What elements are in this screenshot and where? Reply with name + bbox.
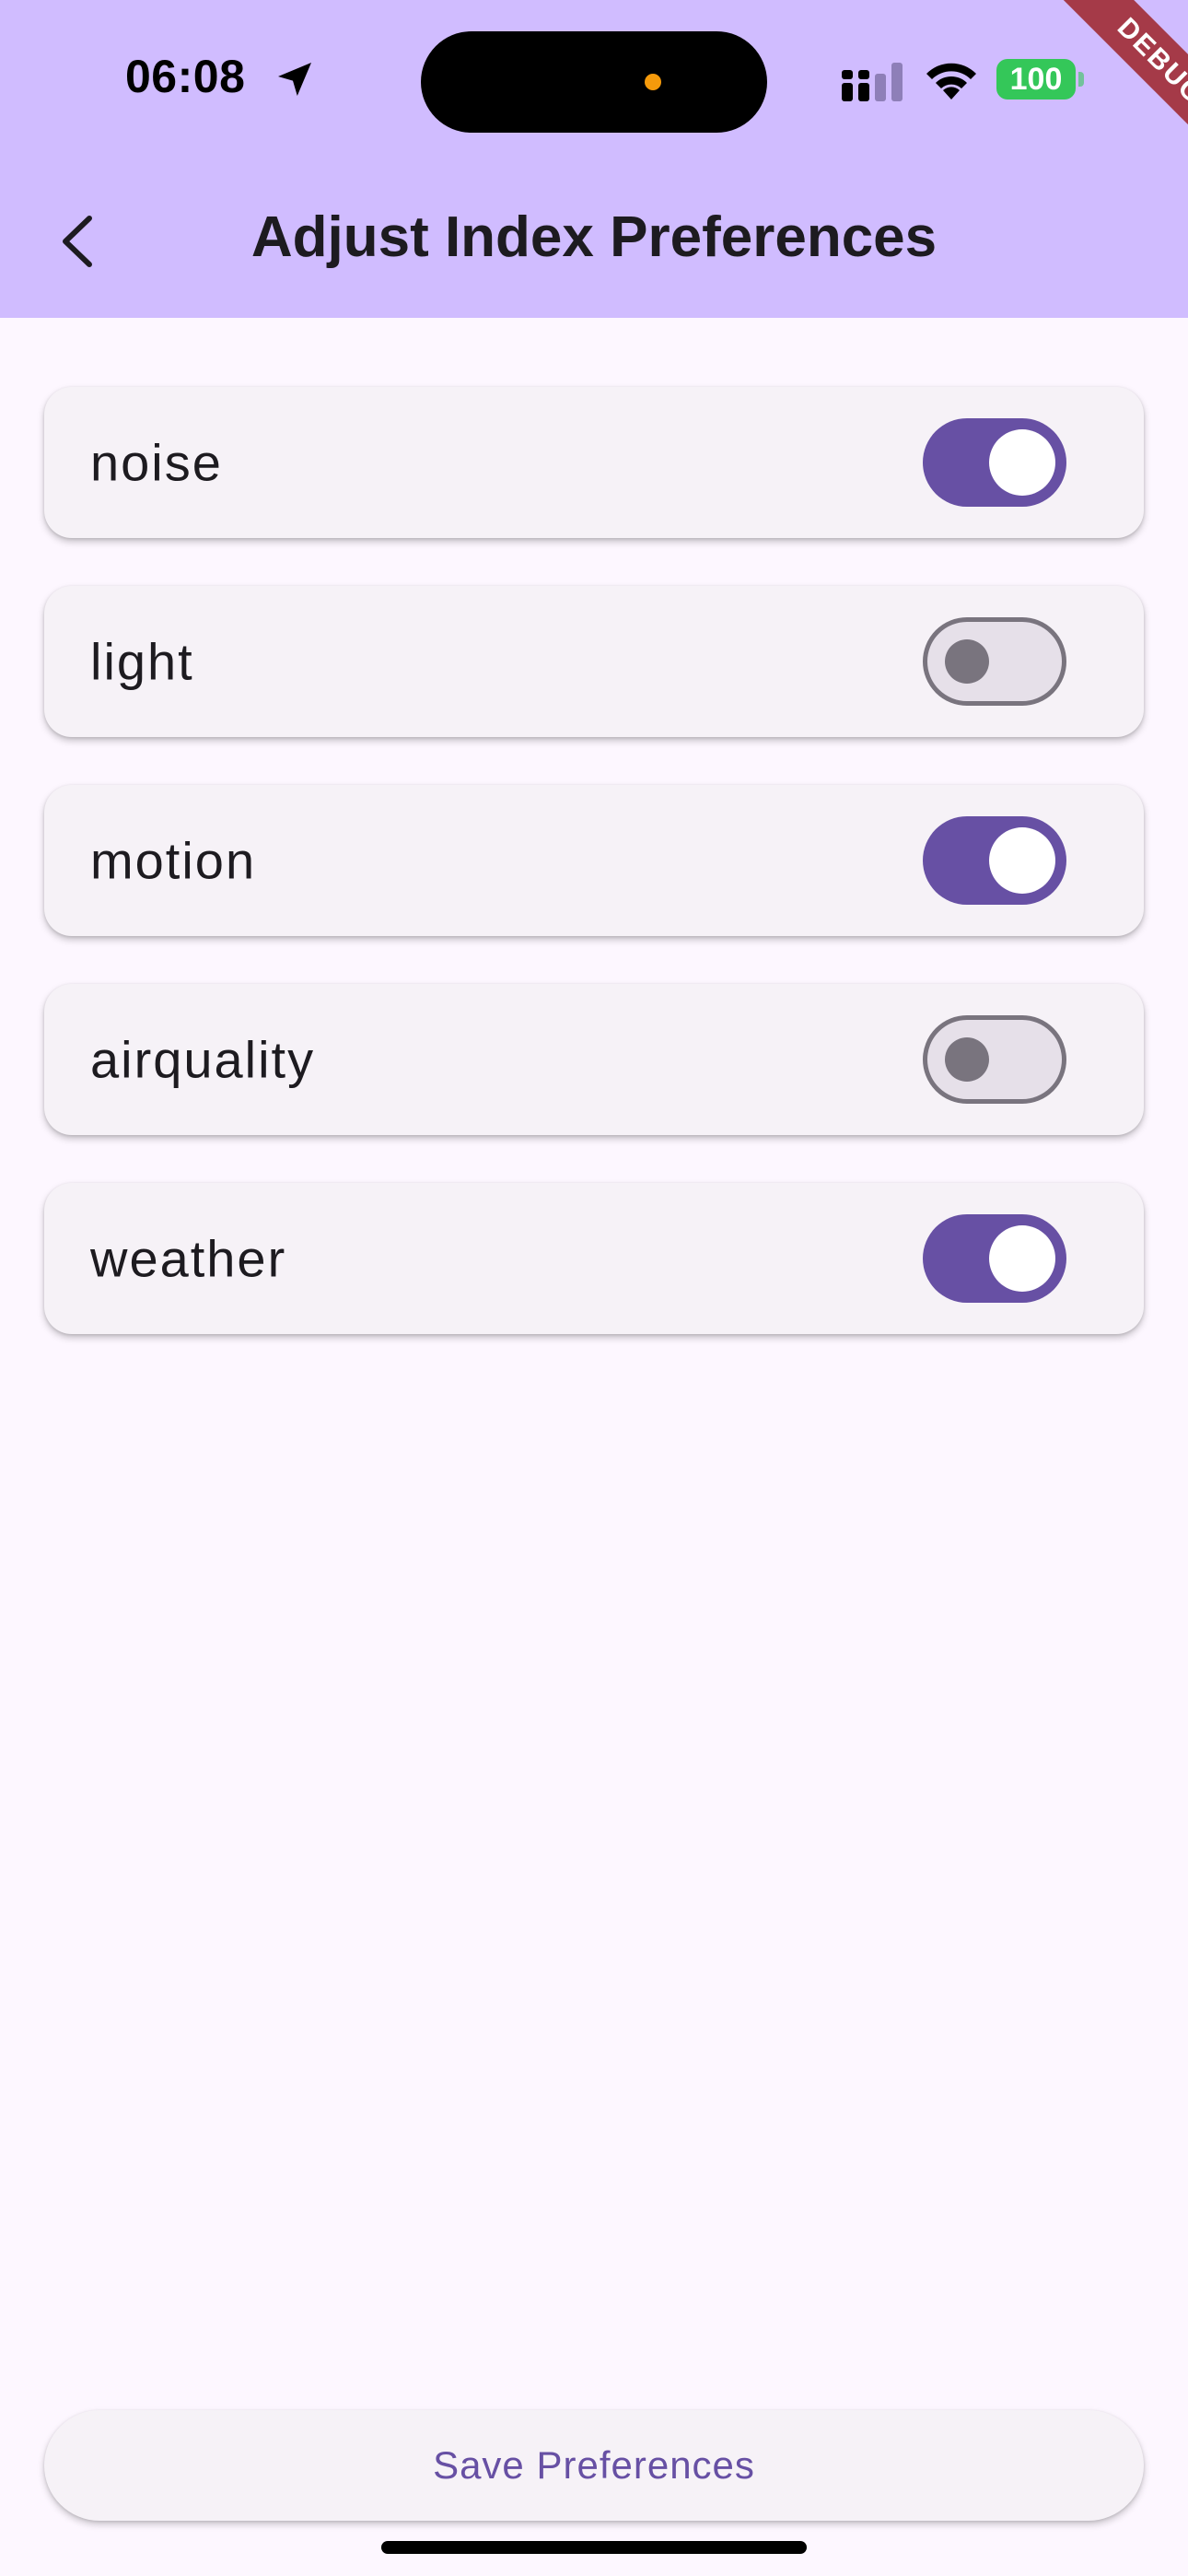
wifi-icon: [926, 63, 976, 100]
preference-label: weather: [90, 1229, 287, 1288]
preference-card-motion: motion: [44, 785, 1144, 936]
preference-toggle-airquality[interactable]: [923, 1015, 1066, 1104]
save-button-label: Save Preferences: [433, 2443, 755, 2487]
screen: 06:08 100 DEBUG Adjust Index Preferences…: [0, 0, 1188, 2576]
home-indicator: [381, 2541, 807, 2554]
toggle-thumb: [945, 639, 989, 684]
preference-card-noise: noise: [44, 387, 1144, 538]
toggle-thumb: [989, 1225, 1055, 1292]
toggle-thumb: [989, 827, 1055, 894]
cellular-signal-icon: [842, 63, 903, 101]
preference-label: light: [90, 632, 194, 691]
location-arrow-icon: [278, 63, 311, 96]
save-preferences-button[interactable]: Save Preferences: [44, 2410, 1144, 2521]
preference-toggle-weather[interactable]: [923, 1214, 1066, 1303]
debug-ribbon-label: DEBUG: [1057, 0, 1188, 165]
preference-list: noise light motion airquality weather: [44, 387, 1144, 1382]
toggle-thumb: [945, 1037, 989, 1082]
status-time: 06:08: [125, 51, 246, 102]
debug-banner: DEBUG: [1013, 0, 1188, 175]
preference-label: motion: [90, 831, 257, 890]
app-bar: 06:08 100 DEBUG Adjust Index Preferences: [0, 0, 1188, 318]
toggle-thumb: [989, 429, 1055, 496]
preference-label: noise: [90, 433, 223, 492]
page-title: Adjust Index Preferences: [250, 205, 938, 269]
preference-label: airquality: [90, 1030, 316, 1089]
dynamic-island: [421, 31, 767, 133]
preference-toggle-noise[interactable]: [923, 418, 1066, 507]
preference-toggle-motion[interactable]: [923, 816, 1066, 905]
preference-card-weather: weather: [44, 1183, 1144, 1334]
privacy-indicator-dot: [645, 74, 661, 90]
preference-card-light: light: [44, 586, 1144, 737]
preference-card-airquality: airquality: [44, 984, 1144, 1135]
preference-toggle-light[interactable]: [923, 617, 1066, 706]
